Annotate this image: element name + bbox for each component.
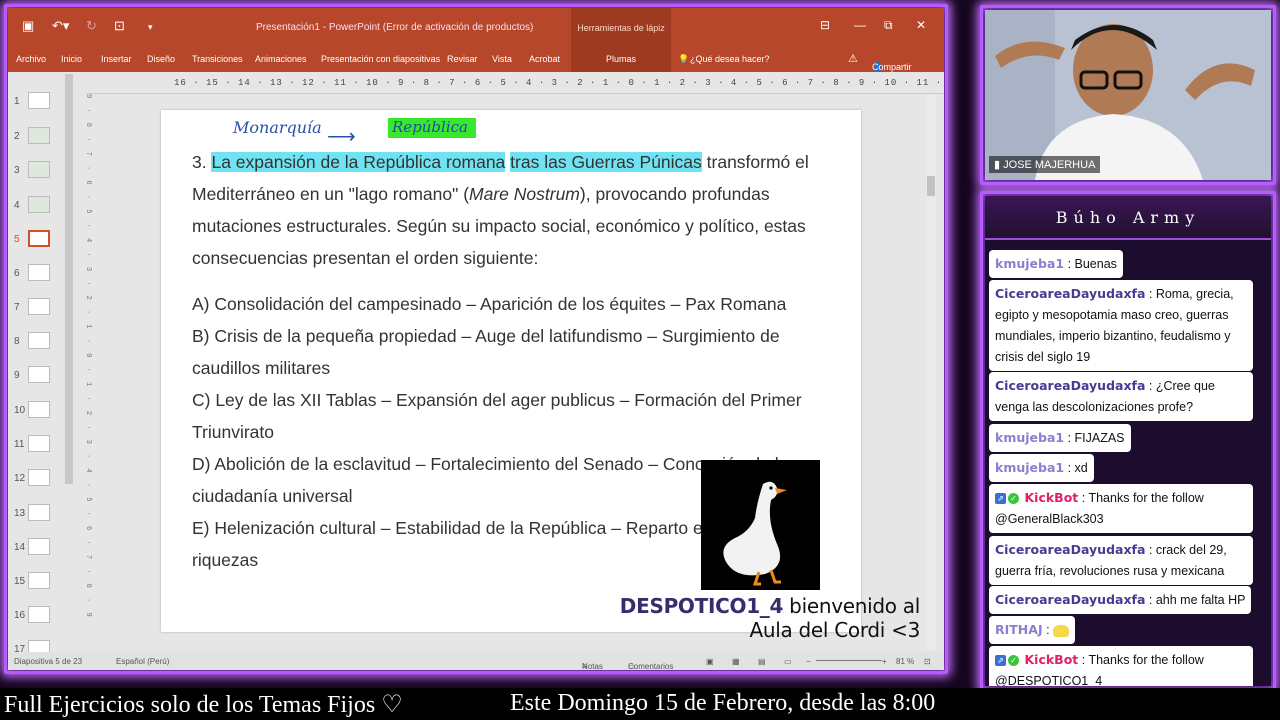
ink-republica: República (388, 118, 476, 138)
emote-icon (1053, 624, 1070, 637)
option-d: D) Abolición de la esclavitud – Fortalec… (192, 454, 789, 474)
chat-message: kmujeba1 : Buenas (989, 250, 1123, 278)
chat-message: ⇗ ✓ KickBot : Thanks for the follow @Gene… (989, 484, 1253, 533)
chat-message: CiceroareaDayudaxfa : ¿Cree que venga la… (989, 372, 1253, 421)
slide-scrollbar[interactable] (926, 94, 936, 650)
lightbulb-icon: 💡 (678, 54, 690, 64)
welcome-username: DESPOTICO1_4 (619, 594, 784, 618)
verified-badge-icon: ✓ (1008, 655, 1019, 667)
streamer-name: ▮ JOSE MAJERHUA (989, 156, 1101, 173)
ribbon-tabs: Archivo Inicio Insertar Diseño Transicio… (8, 46, 944, 72)
chat-message: ⇗ ✓ KickBot : Thanks for the follow @DESP… (989, 646, 1253, 686)
option-a: A) Consolidación del campesinado – Apari… (192, 294, 787, 314)
tab-plumas[interactable]: Plumas (571, 46, 671, 72)
chat-message: kmujeba1 : xd (989, 454, 1094, 482)
welcome-line2: Aula del Cordi <3 (749, 618, 920, 642)
chat-message: CiceroareaDayudaxfa : crack del 29, guer… (989, 536, 1253, 585)
option-c: C) Ley de las XII Tablas – Expansión del… (192, 390, 802, 410)
chat-title: Búho Army (985, 196, 1271, 240)
undo-icon[interactable]: ↶▾ (52, 18, 69, 34)
tab-diseno[interactable]: Diseño (147, 54, 175, 64)
tab-vista[interactable]: Vista (492, 54, 512, 64)
fit-slide-icon[interactable]: ⊡ (924, 657, 931, 666)
close-icon[interactable]: ✕ (916, 18, 926, 32)
option-b: B) Crisis de la pequeña propiedad – Auge… (192, 326, 780, 346)
warning-icon: ⚠ (848, 53, 858, 65)
question-stem: 3. La expansión de la República romana t… (192, 152, 809, 268)
goose-icon (723, 481, 787, 586)
slide-counter: Diapositiva 5 de 23 (14, 657, 83, 666)
tab-animaciones[interactable]: Animaciones (255, 54, 307, 64)
bot-badge-icon: ⇗ (995, 493, 1006, 505)
tab-revisar[interactable]: Revisar (447, 54, 478, 64)
zoom-slider[interactable] (816, 660, 882, 661)
scroll-thumb[interactable] (927, 176, 935, 196)
thumbnail-15[interactable]: 15 (8, 570, 74, 600)
status-bar: Diapositiva 5 de 23 Español (Perú) ≡ Not… (8, 652, 944, 670)
title-bar: ▣ ↶▾ ↻ ⊡ ▾ Presentación1 - PowerPoint (E… (8, 8, 944, 46)
zoom-level[interactable]: 81 % (896, 657, 914, 666)
thumbnail-16[interactable]: 16 (8, 604, 74, 634)
tab-inicio[interactable]: Inicio (61, 54, 82, 64)
tab-acrobat[interactable]: Acrobat (529, 54, 560, 64)
zoom-in-icon[interactable]: + (882, 657, 887, 666)
horizontal-ruler: 16 · 15 · 14 · 13 · 12 · 11 · 10 · 9 · 8… (86, 72, 944, 94)
thumbnail-scrollbar[interactable] (65, 74, 73, 484)
customize-icon[interactable]: ▾ (148, 22, 153, 33)
reading-view-icon[interactable]: ▤ (758, 657, 766, 666)
share-label: Compartir (872, 62, 912, 72)
welcome-alert: DESPOTICO1_4 bienvenido al Aula del Cord… (619, 594, 921, 642)
vertical-ruler: 9 · 8 · 7 · 6 · 5 · 4 · 3 · 2 · 1 · 0 · … (84, 94, 92, 620)
contextual-group: Herramientas de lápiz (571, 8, 671, 46)
thumbnail-14[interactable]: 14 (8, 536, 74, 566)
tab-presentacion[interactable]: Presentación con diapositivas (321, 54, 440, 64)
save-icon[interactable]: ▣ (22, 18, 34, 34)
normal-view-icon[interactable]: ▣ (706, 657, 714, 666)
tab-transiciones[interactable]: Transiciones (192, 54, 243, 64)
tell-me-input[interactable]: ¿Qué desea hacer? (690, 54, 770, 64)
streamer-silhouette (985, 10, 1271, 180)
chat-panel: Búho Army kmujeba1 : Buenas CiceroareaDa… (985, 196, 1271, 686)
signal-icon: ▮ (994, 159, 1004, 171)
language-indicator[interactable]: Español (Perú) (116, 657, 169, 666)
ticker-left: Full Ejercicios solo de los Temas Fijos … (4, 692, 403, 718)
bottom-ticker: Full Ejercicios solo de los Temas Fijos … (0, 688, 1280, 720)
highlight-expansion: La expansión de la República romana (211, 152, 506, 172)
minimize-icon[interactable]: — (854, 18, 866, 32)
chat-message: CiceroareaDayudaxfa : ahh me falta HP (989, 586, 1252, 614)
chat-message: RITHAJ : (989, 616, 1076, 644)
verified-badge-icon: ✓ (1008, 493, 1019, 505)
webcam-feed: ▮ JOSE MAJERHUA (985, 10, 1271, 180)
slideshow-view-icon[interactable]: ▭ (784, 657, 792, 666)
tab-archivo[interactable]: Archivo (16, 54, 46, 64)
ink-monarquia: Monarquía (233, 118, 322, 137)
tab-insertar[interactable]: Insertar (101, 54, 132, 64)
window-title: Presentación1 - PowerPoint (Error de act… (256, 22, 534, 33)
zoom-out-icon[interactable]: − (806, 657, 811, 666)
sorter-view-icon[interactable]: ▦ (732, 657, 740, 666)
goose-overlay (701, 460, 820, 590)
redo-icon[interactable]: ↻ (86, 18, 97, 34)
present-icon[interactable]: ⊡ (114, 18, 125, 34)
thumbnail-13[interactable]: 13 (8, 502, 74, 532)
maximize-icon[interactable]: ⧉ (884, 18, 893, 33)
ticker-right: Este Domingo 15 de Febrero, desde las 8:… (510, 690, 936, 716)
chat-message: CiceroareaDayudaxfa : Roma, grecia, egip… (989, 280, 1253, 371)
chat-message: kmujeba1 : FIJAZAS (989, 424, 1131, 452)
highlight-guerras: tras las Guerras Púnicas (510, 152, 702, 172)
bot-badge-icon: ⇗ (995, 655, 1006, 667)
ribbon-display-icon[interactable]: ⊟ (820, 18, 830, 32)
